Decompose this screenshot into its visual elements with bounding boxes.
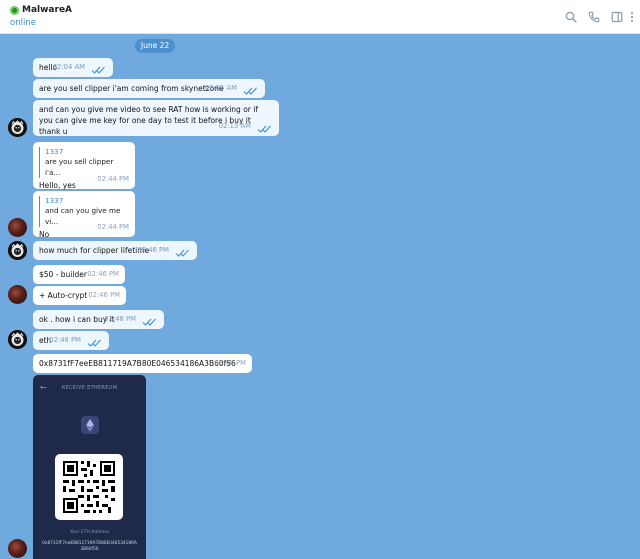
message-bubble[interactable]: $50 - builder 02:46 PM bbox=[33, 265, 125, 284]
message-text: are you sell clipper i'am coming from sk… bbox=[39, 84, 224, 93]
message-text: + Auto-crypt bbox=[39, 291, 88, 300]
eth-address-label: Your ETH Address bbox=[69, 530, 110, 535]
message-time: 02:44 PM bbox=[97, 223, 129, 232]
ethereum-icon bbox=[81, 416, 99, 434]
message-time: 02:44 PM bbox=[97, 175, 129, 184]
chat-title-row[interactable]: MalwareA bbox=[10, 5, 72, 15]
user-avatar[interactable] bbox=[8, 118, 27, 137]
read-checkmarks-icon bbox=[91, 66, 105, 74]
image-message[interactable]: ← RECEIVE ETHEREUM Your ETH Address 0x87… bbox=[33, 375, 146, 559]
message-time: 02:49 PM bbox=[214, 359, 246, 368]
chat-messages-area[interactable]: June 22 hello 02:04 AM are you sell clip… bbox=[0, 34, 640, 559]
message-bubble[interactable]: eth 02:48 PM bbox=[33, 331, 109, 350]
eth-address-text: 0x8731fF7eeEB811719A7B80E046534186A3B60f… bbox=[42, 541, 137, 553]
message-text: how much for clipper lifetime bbox=[39, 246, 150, 255]
message-time: 02:46 PM bbox=[88, 291, 120, 300]
message-time: 02:13 AM bbox=[218, 122, 251, 131]
read-checkmarks-icon bbox=[257, 125, 271, 133]
message-bubble[interactable]: and can you give me video to see RAT how… bbox=[33, 100, 279, 136]
read-checkmarks-icon bbox=[175, 249, 189, 257]
more-icon[interactable] bbox=[628, 11, 636, 23]
message-text: ok . how i can buy it bbox=[39, 315, 115, 324]
message-time: 02:46 PM bbox=[137, 246, 169, 255]
read-checkmarks-icon bbox=[243, 87, 257, 95]
message-bubble[interactable]: hello 02:04 AM bbox=[33, 58, 113, 77]
message-time: 02:48 PM bbox=[104, 315, 136, 324]
message-text: 0x8731fF7eeEB811719A7B80E046534186A3B60f… bbox=[39, 359, 236, 368]
message-bubble[interactable]: ok . how i can buy it 02:48 PM bbox=[33, 310, 164, 329]
quote-author: 1337 bbox=[45, 147, 64, 156]
message-text: $50 - builder bbox=[39, 270, 87, 279]
user-avatar[interactable] bbox=[8, 241, 27, 260]
message-text: No bbox=[39, 230, 50, 240]
quote-author: 1337 bbox=[45, 196, 64, 205]
chat-header: MalwareA online bbox=[0, 0, 640, 34]
reply-quote[interactable]: 1337 are you sell clipper i'a... bbox=[39, 147, 129, 179]
message-bubble[interactable]: how much for clipper lifetime 02:46 PM bbox=[33, 241, 197, 260]
message-time: 02:48 PM bbox=[49, 336, 81, 345]
chat-status: online bbox=[10, 18, 36, 28]
message-time: 02:46 PM bbox=[87, 270, 119, 279]
search-icon[interactable] bbox=[565, 11, 577, 23]
user-avatar[interactable] bbox=[8, 218, 27, 237]
user-avatar[interactable] bbox=[8, 539, 27, 558]
sidebar-toggle-icon[interactable] bbox=[611, 11, 623, 23]
message-bubble[interactable]: 1337 are you sell clipper i'a... Hello, … bbox=[33, 142, 135, 191]
phone-icon[interactable] bbox=[588, 11, 600, 23]
message-time: 02:04 AM bbox=[52, 63, 85, 72]
message-text: Hello, yes bbox=[39, 181, 76, 191]
message-bubble[interactable]: 1337 and can you give me vi... No 02:44 … bbox=[33, 191, 135, 240]
qr-code bbox=[55, 454, 123, 520]
message-bubble[interactable]: 0x8731fF7eeEB811719A7B80E046534186A3B60f… bbox=[33, 354, 252, 373]
chat-title: MalwareA bbox=[22, 5, 73, 15]
message-bubble[interactable]: are you sell clipper i'am coming from sk… bbox=[33, 79, 265, 98]
message-bubble[interactable]: + Auto-crypt 02:46 PM bbox=[33, 286, 126, 305]
user-avatar[interactable] bbox=[8, 330, 27, 349]
message-time: 02:05 AM bbox=[204, 84, 237, 93]
date-separator: June 22 bbox=[135, 39, 175, 53]
contact-avatar-mini bbox=[10, 5, 19, 15]
image-screen-title: RECEIVE ETHEREUM bbox=[61, 385, 118, 391]
user-avatar[interactable] bbox=[8, 285, 27, 304]
read-checkmarks-icon bbox=[142, 318, 156, 326]
read-checkmarks-icon bbox=[87, 339, 101, 347]
